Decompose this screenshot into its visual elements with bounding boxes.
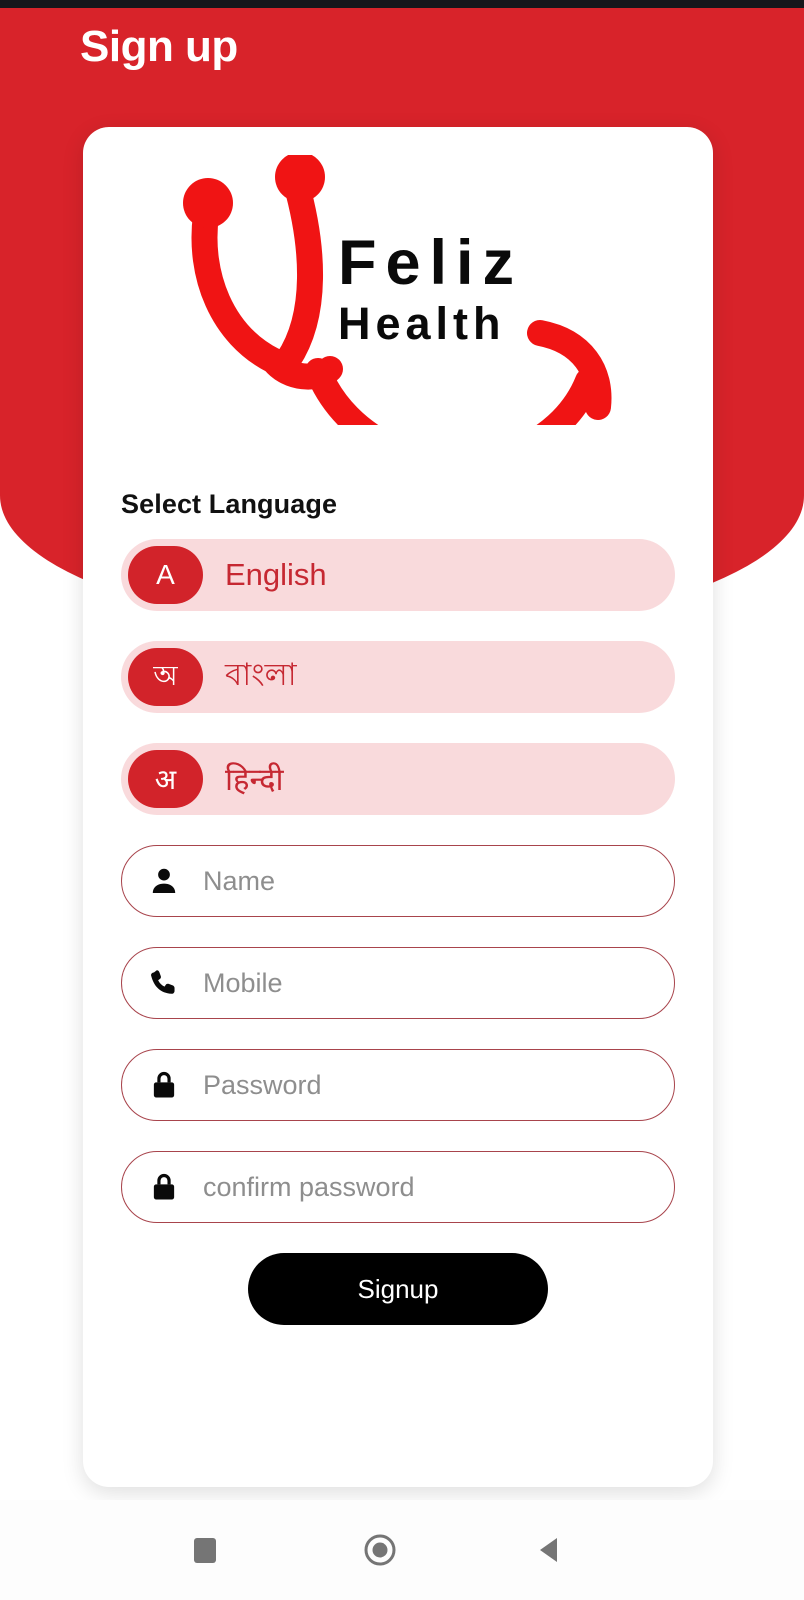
language-option-hindi[interactable]: अ हिन्दी: [121, 743, 675, 815]
mobile-placeholder: Mobile: [203, 967, 283, 998]
language-label-english: English: [225, 557, 327, 592]
square-icon: [194, 1538, 216, 1563]
brand-wordmark: Feliz Health: [338, 228, 524, 349]
brand-name-primary: Feliz: [338, 228, 524, 298]
signup-card: Feliz Health Select Language A English অ…: [83, 127, 713, 1487]
nav-back-button[interactable]: [535, 1535, 565, 1565]
name-field[interactable]: Name: [121, 845, 675, 917]
page-title: Sign up: [80, 22, 238, 71]
brand-logo: Feliz Health: [83, 127, 713, 447]
nav-home-button[interactable]: [363, 1533, 397, 1567]
lock-icon: [147, 1068, 181, 1102]
lock-icon: [147, 1170, 181, 1204]
status-bar: [0, 0, 804, 8]
language-option-bangla[interactable]: অ বাংলা: [121, 641, 675, 713]
circle-icon: [364, 1534, 396, 1566]
password-field[interactable]: Password: [121, 1049, 675, 1121]
signup-button[interactable]: Signup: [248, 1253, 548, 1325]
brand-name-secondary: Health: [338, 298, 506, 349]
select-language-heading: Select Language: [121, 489, 338, 519]
language-label-bangla: বাংলা: [225, 657, 297, 692]
android-navigation-bar: [0, 1500, 804, 1600]
signup-screen: Sign up Feliz Health Select Language A E…: [0, 0, 804, 1600]
password-placeholder: Password: [203, 1069, 322, 1100]
language-label-hindi: हिन्दी: [225, 762, 284, 797]
person-icon: [147, 864, 181, 898]
confirm-password-field[interactable]: confirm password: [121, 1151, 675, 1223]
name-placeholder: Name: [203, 865, 276, 896]
signup-button-wrap: Signup: [121, 1253, 675, 1325]
earpiece-right: [275, 155, 325, 202]
phone-icon: [147, 966, 181, 1000]
language-badge-bangla: অ: [128, 648, 203, 706]
mobile-field[interactable]: Mobile: [121, 947, 675, 1019]
earpiece-left: [183, 178, 233, 228]
card-body: Select Language A English অ বাংলা अ हिन्…: [83, 489, 713, 1325]
language-option-english[interactable]: A English: [121, 539, 675, 611]
nav-recents-button[interactable]: [190, 1535, 220, 1565]
confirm-password-placeholder: confirm password: [203, 1171, 415, 1202]
triangle-left-icon: [540, 1538, 557, 1562]
language-badge-hindi: अ: [128, 750, 203, 808]
language-badge-english: A: [128, 546, 203, 604]
